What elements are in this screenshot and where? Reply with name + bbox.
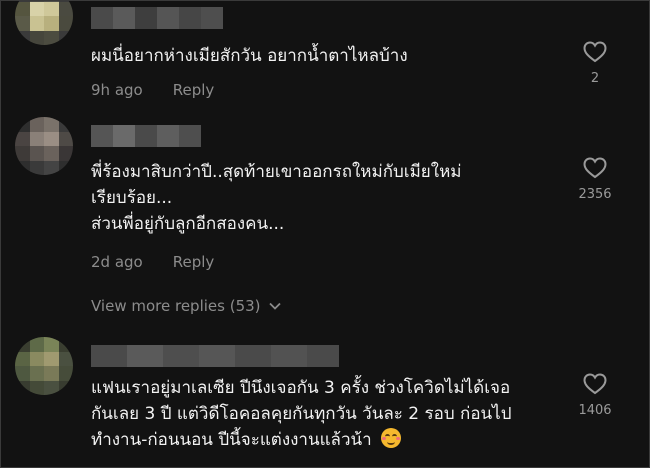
heart-outline-icon bbox=[583, 41, 607, 63]
username-blurred[interactable] bbox=[91, 7, 223, 29]
like-count: 2 bbox=[590, 71, 600, 86]
comment-meta: 2d ago Reply bbox=[91, 253, 214, 271]
heart-outline-icon bbox=[583, 373, 607, 395]
chevron-down-icon bbox=[268, 302, 281, 310]
comment-text: แฟนเราอยู่มาเลเซีย ปีนึงเจอกัน 3 ครั้ง ช… bbox=[91, 375, 581, 453]
comment-time: 9h ago bbox=[91, 81, 143, 99]
avatar[interactable] bbox=[15, 1, 73, 45]
comments-panel: ผมนี่อยากห่างเมียสักวัน อยากน้ำตาไหลบ้าง… bbox=[0, 0, 650, 468]
username-blurred[interactable] bbox=[91, 125, 201, 147]
like-button[interactable]: 2356 bbox=[565, 157, 625, 202]
reply-button[interactable]: Reply bbox=[173, 81, 215, 99]
like-count: 2356 bbox=[578, 187, 612, 202]
comment-text: ผมนี่อยากห่างเมียสักวัน อยากน้ำตาไหลบ้าง bbox=[91, 46, 408, 66]
comment-meta: 9h ago Reply bbox=[91, 81, 214, 99]
reply-button[interactable]: Reply bbox=[173, 253, 215, 271]
avatar[interactable] bbox=[15, 117, 73, 175]
comment-time: 2d ago bbox=[91, 253, 143, 271]
like-button[interactable]: 1406 bbox=[565, 373, 625, 418]
like-button[interactable]: 2 bbox=[565, 41, 625, 86]
view-more-replies-button[interactable]: View more replies (53) bbox=[91, 297, 281, 315]
heart-outline-icon bbox=[583, 157, 607, 179]
like-count: 1406 bbox=[578, 403, 612, 418]
comment-text: พี่ร้องมาสิบกว่าปี..สุดท้ายเขาออกรถใหม่ก… bbox=[91, 162, 462, 234]
username-blurred[interactable] bbox=[91, 345, 339, 367]
smiling-face-with-hearts-icon bbox=[381, 428, 402, 448]
comment-text-body: แฟนเราอยู่มาเลเซีย ปีนึงเจอกัน 3 ครั้ง ช… bbox=[91, 378, 512, 450]
view-more-label: View more replies (53) bbox=[91, 297, 261, 315]
avatar[interactable] bbox=[15, 337, 73, 395]
